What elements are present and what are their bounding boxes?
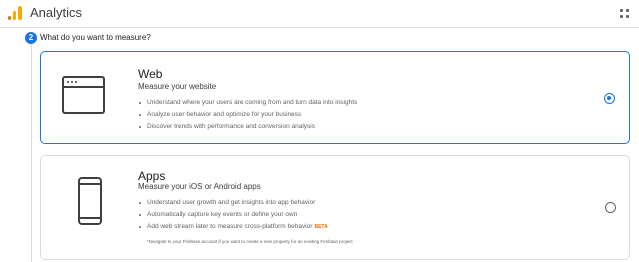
apps-grid-icon[interactable]: [620, 9, 630, 19]
list-item: Discover trends with performance and con…: [138, 121, 357, 133]
web-option-card[interactable]: Web Measure your website Understand wher…: [40, 51, 630, 144]
firebase-note: *Navigate to your Firebase account if yo…: [147, 239, 353, 244]
web-radio-button[interactable]: [604, 93, 615, 104]
apps-option-title: Apps: [138, 169, 166, 183]
list-item: Understand user growth and get insights …: [138, 197, 328, 209]
apps-feature-list: Understand user growth and get insights …: [138, 197, 328, 233]
list-item: Understand where your users are coming f…: [138, 97, 357, 109]
list-item: Add web stream later to measure cross-pl…: [138, 221, 328, 233]
apps-option-card[interactable]: Apps Measure your iOS or Android apps Un…: [40, 155, 630, 260]
analytics-logo-icon[interactable]: [8, 6, 22, 20]
mobile-phone-icon: [78, 177, 102, 225]
apps-option-subtitle: Measure your iOS or Android apps: [138, 182, 261, 191]
list-item: Analyze user behavior and optimize for y…: [138, 109, 357, 121]
apps-radio-button[interactable]: [605, 202, 616, 213]
browser-window-icon: [62, 76, 105, 114]
list-item-text: Add web stream later to measure cross-pl…: [147, 223, 313, 230]
step-title: What do you want to measure?: [40, 33, 151, 42]
app-header: Analytics: [0, 0, 639, 28]
web-option-title: Web: [138, 67, 163, 81]
list-item: Automatically capture key events or defi…: [138, 209, 328, 221]
web-option-subtitle: Measure your website: [138, 82, 217, 91]
app-title: Analytics: [30, 5, 83, 20]
beta-badge: BETA: [314, 224, 328, 230]
web-feature-list: Understand where your users are coming f…: [138, 97, 357, 133]
step-number-badge: 2: [25, 32, 37, 44]
stepper-line: [31, 44, 32, 262]
